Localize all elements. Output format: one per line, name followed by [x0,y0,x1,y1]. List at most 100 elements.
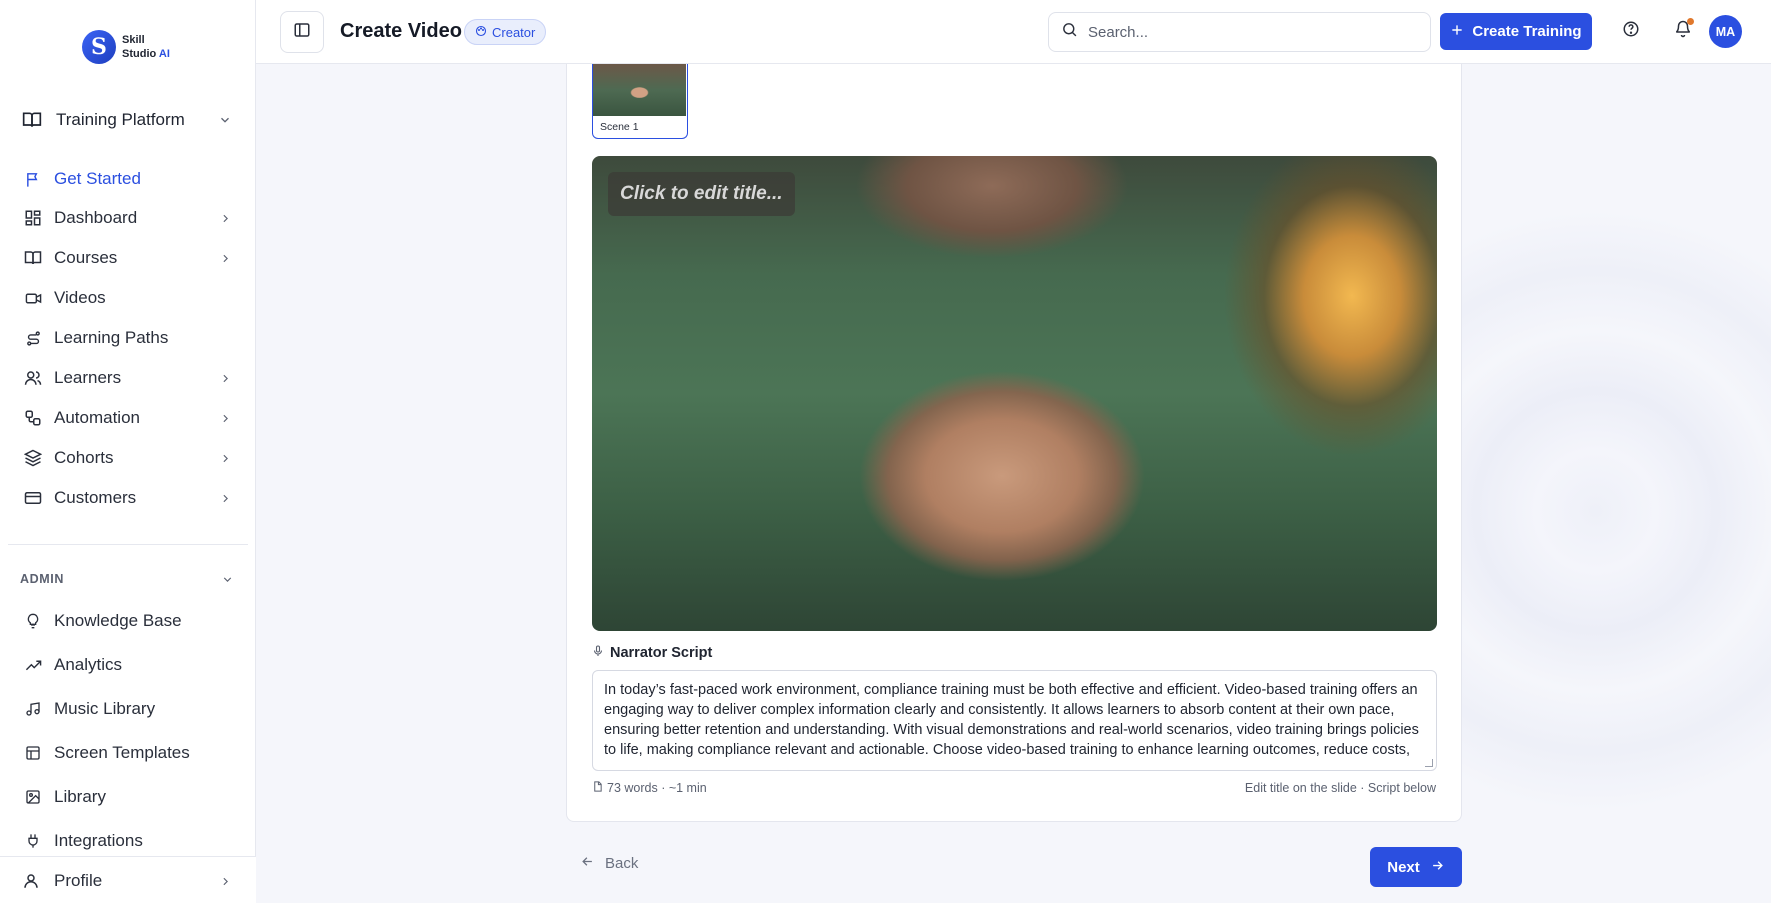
notification-dot [1687,18,1694,25]
editor-hint: Edit title on the slide · Script below [1244,781,1436,795]
workflow-icon [22,407,44,429]
sidebar-item-knowledge-base[interactable]: Knowledge Base [22,606,232,636]
narrator-script-textarea[interactable]: In today’s fast-paced work environment, … [592,670,1437,771]
sidebar-item-label: Knowledge Base [54,611,182,630]
search-icon [1061,21,1078,43]
back-label: Back [605,855,639,872]
sidebar-item-label: Library [54,787,106,806]
logo-ai: AI [158,48,170,60]
admin-label: ADMIN [20,572,64,586]
sidebar-item-analytics[interactable]: Analytics [22,650,232,680]
sidebar: S Skill Studio AI Training Platform Get … [0,0,256,903]
sidebar-toggle-button[interactable] [280,11,324,53]
sidebar-item-music-library[interactable]: Music Library [22,694,232,724]
sidebar-item-label: Automation [54,408,140,427]
sidebar-item-dashboard[interactable]: Dashboard [22,203,232,233]
help-button[interactable] [1616,16,1646,46]
video-icon [22,287,44,309]
chevron-right-icon [219,875,232,888]
chevron-right-icon [219,212,232,225]
profile-label: Profile [54,871,103,890]
scene-label: Scene 1 [600,121,639,133]
sidebar-item-get-started[interactable]: Get Started [22,164,232,194]
notifications-button[interactable] [1668,16,1698,46]
scene-thumbnail-image [593,64,686,116]
sidebar-item-profile[interactable]: Profile [22,867,232,895]
narrator-script-label: Narrator Script [592,645,712,661]
panel-left-icon [293,21,311,44]
layers-icon [22,447,44,469]
plus-icon [1450,23,1464,41]
create-training-label: Create Training [1472,23,1582,40]
arrow-left-icon [580,854,595,873]
sidebar-item-label: Courses [54,248,118,267]
music-icon [22,698,44,720]
chevron-right-icon [219,252,232,265]
sidebar-item-automation[interactable]: Automation [22,403,232,433]
arrow-right-icon [1430,858,1445,877]
sidebar-item-videos[interactable]: Videos [22,283,232,313]
lightbulb-icon [22,610,44,632]
top-header: Create Video Creator Create Training MA [256,0,1771,64]
video-editor-card: Scene 1 Click to edit title... Narrator … [566,64,1462,822]
chevron-right-icon [219,412,232,425]
sidebar-item-customers[interactable]: Customers [22,483,232,513]
sidebar-item-label: Dashboard [54,208,138,227]
sidebar-item-library[interactable]: Library [22,782,232,812]
sidebar-item-cohorts[interactable]: Cohorts [22,443,232,473]
sidebar-item-label: Screen Templates [54,743,190,762]
slide-title-editable[interactable]: Click to edit title... [608,172,795,216]
sidebar-item-label: Music Library [54,699,156,718]
back-button[interactable]: Back [580,854,638,873]
next-label: Next [1387,858,1420,876]
script-label-text: Narrator Script [610,645,713,661]
creator-badge: Creator [464,19,547,45]
sidebar-item-label: Integrations [54,831,143,850]
sidebar-item-label: Analytics [54,655,123,674]
platform-switcher[interactable]: Training Platform [22,106,232,134]
image-icon [22,786,44,808]
plug-icon [22,830,44,852]
user-icon [22,872,44,890]
microphone-icon [592,645,604,661]
search-box [1048,12,1431,52]
badge-label: Creator [492,24,536,40]
scene-thumbnail[interactable]: Scene 1 [592,64,688,139]
platform-label: Training Platform [56,110,185,129]
sidebar-item-learners[interactable]: Learners [22,363,232,393]
logo-text: Skill Studio AI [122,33,170,61]
brand-logo[interactable]: S Skill Studio AI [82,30,170,64]
sidebar-item-screen-templates[interactable]: Screen Templates [22,738,232,768]
word-count-text: 73 words · ~1 min [607,781,707,795]
sidebar-item-label: Cohorts [54,448,114,467]
sidebar-item-label: Videos [54,288,106,307]
chevron-down-icon [221,573,234,586]
card-icon [22,487,44,509]
word-count: 73 words · ~1 min [592,781,707,795]
chevron-right-icon [219,452,232,465]
admin-section-toggle[interactable]: ADMIN [20,572,234,586]
book-open-icon [22,110,44,130]
grid-icon [22,207,44,229]
palette-icon [475,25,487,40]
resize-handle[interactable] [1425,759,1433,767]
search-input[interactable] [1088,23,1408,41]
script-text: In today’s fast-paced work environment, … [604,682,1419,763]
video-preview[interactable]: Click to edit title... [592,156,1437,631]
page-title: Create Video [340,20,462,42]
template-icon [22,742,44,764]
flag-icon [22,168,44,190]
sidebar-item-courses[interactable]: Courses [22,243,232,273]
logo-line2: Studio [122,48,157,60]
user-avatar[interactable]: MA [1709,15,1742,48]
sidebar-item-learning-paths[interactable]: Learning Paths [22,323,232,353]
sidebar-divider [8,544,248,545]
sidebar-item-label: Learners [54,368,122,387]
sidebar-item-label: Customers [54,488,137,507]
sidebar-item-integrations[interactable]: Integrations [22,826,232,856]
book-icon [22,247,44,269]
create-training-button[interactable]: Create Training [1440,13,1592,50]
profile-bar: Profile [0,856,256,903]
next-button[interactable]: Next [1370,847,1462,887]
sidebar-item-label: Learning Paths [54,328,169,347]
